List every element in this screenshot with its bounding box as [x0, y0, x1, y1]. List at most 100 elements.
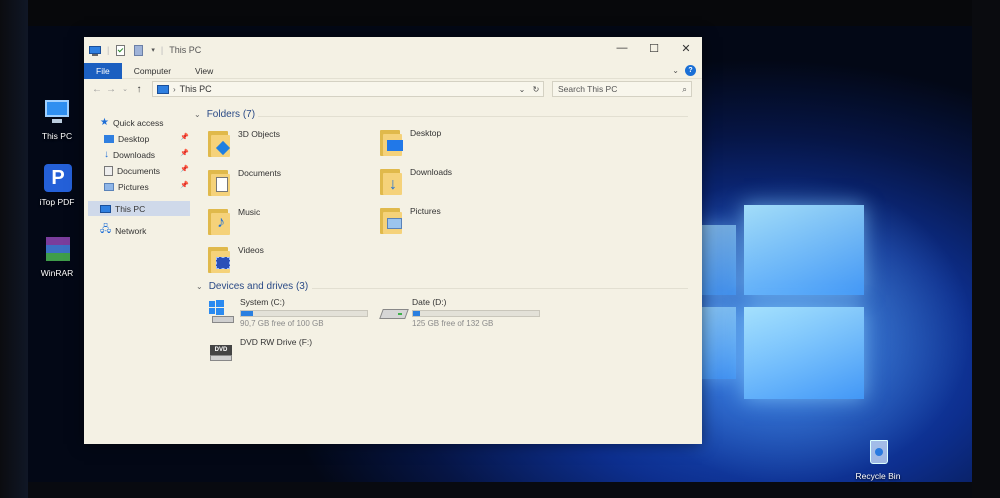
documents-folder-icon — [104, 165, 113, 176]
desktop-icon-label: WinRAR — [40, 268, 74, 278]
forward-arrow-icon[interactable]: → — [104, 84, 118, 95]
music-folder-icon: ♪ — [208, 207, 230, 235]
drive-system-c[interactable]: System (C:) 90,7 GB free of 100 GB — [208, 297, 368, 328]
hard-drive-icon — [379, 297, 409, 323]
folder-desktop[interactable]: Desktop — [380, 128, 441, 156]
monitor-bezel-top — [0, 0, 1000, 26]
nav-item-label: Documents — [117, 165, 160, 176]
pin-icon[interactable]: 📌 — [180, 181, 189, 189]
windows-logo-wallpaper — [700, 195, 870, 425]
folder-3d-objects[interactable]: 3D Objects — [208, 129, 280, 157]
videos-folder-icon — [208, 245, 230, 273]
tab-view[interactable]: View — [183, 63, 225, 79]
up-arrow-icon[interactable]: ↑ — [132, 84, 146, 95]
folder-music[interactable]: ♪ Music — [208, 207, 260, 235]
desktop-icon-itop-pdf[interactable]: P iTop PDF — [27, 164, 87, 207]
pin-icon[interactable]: 📌 — [180, 165, 189, 173]
drive-free-space: 125 GB free of 132 GB — [412, 319, 494, 328]
nav-item-desktop[interactable]: Desktop — [104, 131, 149, 146]
drive-label: System (C:) — [240, 297, 285, 307]
breadcrumb-separator-icon: › — [173, 84, 176, 94]
folder-documents[interactable]: Documents — [208, 168, 281, 196]
nav-item-this-pc[interactable]: This PC — [88, 201, 190, 216]
pin-icon[interactable]: 📌 — [180, 149, 189, 157]
address-dropdown-icon[interactable]: ⌄ — [519, 85, 526, 94]
tab-computer[interactable]: Computer — [122, 63, 183, 79]
windows-drive-icon — [208, 297, 234, 323]
folder-label: Downloads — [410, 167, 453, 177]
chevron-down-icon: ⌄ — [194, 110, 201, 119]
customize-toolbar-icon[interactable]: ▾ — [151, 46, 155, 54]
pin-icon[interactable]: 📌 — [180, 133, 189, 141]
folder-label: Videos — [238, 245, 264, 255]
nav-item-network[interactable]: 🖧 Network — [100, 223, 146, 238]
drive-label: DVD RW Drive (F:) — [240, 337, 313, 347]
monitor-bezel-right — [972, 0, 1000, 498]
drive-dvd-rw-f[interactable]: DVD DVD RW Drive (F:) — [208, 337, 312, 363]
group-divider — [258, 116, 688, 117]
network-icon: 🖧 — [100, 224, 112, 235]
itop-pdf-icon: P — [42, 164, 72, 194]
folder-videos[interactable]: Videos — [208, 245, 264, 273]
recent-locations-icon[interactable]: ⌄ — [118, 85, 132, 93]
this-pc-icon — [157, 84, 169, 94]
navigation-pane: ★ Quick access Desktop 📌 ↓ Downloads 📌 D… — [84, 101, 192, 444]
group-title: Folders (7) — [206, 109, 256, 120]
desktop-folder-icon — [380, 128, 403, 156]
expand-ribbon-icon[interactable]: ⌄ — [672, 66, 679, 75]
pictures-folder-icon — [104, 182, 114, 191]
minimize-button[interactable]: — — [606, 37, 638, 59]
nav-item-pictures[interactable]: Pictures — [104, 179, 149, 194]
tab-file[interactable]: File — [84, 62, 122, 79]
folder-label: Music — [238, 207, 261, 217]
drive-date-d[interactable]: Date (D:) 125 GB free of 132 GB — [379, 297, 540, 328]
maximize-button[interactable]: ☐ — [638, 37, 670, 59]
pictures-folder-icon — [380, 206, 402, 234]
refresh-icon[interactable]: ↻ — [533, 85, 540, 94]
help-icon[interactable]: ? — [685, 65, 696, 76]
nav-item-label: Desktop — [118, 133, 150, 144]
ribbon-tabs: File Computer View ⌄ ? — [84, 62, 702, 79]
properties-icon[interactable] — [115, 44, 127, 56]
close-button[interactable]: ✕ — [670, 37, 702, 59]
downloads-folder-icon: ↓ — [104, 149, 109, 160]
recycle-bin-icon — [863, 438, 893, 468]
file-explorer-window: | ▾ | This PC — ☐ ✕ File Computer View ⌄… — [84, 37, 702, 444]
folder-label: Desktop — [410, 128, 442, 138]
drive-usage-bar — [412, 310, 540, 317]
back-arrow-icon[interactable]: ← — [90, 84, 104, 95]
content-pane: ⌄ Folders (7) 3D Objects Desktop Documen… — [194, 101, 694, 441]
folders-group-header[interactable]: ⌄ Folders (7) — [194, 109, 255, 120]
address-bar[interactable]: › This PC ⌄ ↻ — [152, 81, 544, 97]
new-folder-icon[interactable] — [133, 44, 145, 56]
nav-item-label: Downloads — [113, 149, 156, 160]
winrar-icon — [42, 235, 72, 265]
caption-buttons: — ☐ ✕ — [606, 37, 702, 59]
nav-quick-access[interactable]: ★ Quick access — [100, 115, 164, 130]
nav-item-label: Pictures — [118, 181, 149, 192]
monitor-bezel-bottom — [0, 482, 1000, 498]
window-title: This PC — [169, 45, 202, 55]
folder-label: Pictures — [410, 206, 441, 216]
search-input[interactable]: Search This PC ⌕ — [552, 81, 692, 97]
chevron-down-icon: ⌄ — [196, 282, 203, 291]
nav-item-downloads[interactable]: ↓ Downloads — [104, 147, 155, 162]
drive-label: Date (D:) — [412, 297, 447, 307]
dvd-drive-icon: DVD — [208, 337, 234, 363]
monitor-bezel-left — [0, 0, 28, 498]
nav-item-documents[interactable]: Documents — [104, 163, 160, 178]
folder-pictures[interactable]: Pictures — [380, 206, 441, 234]
desktop-icon-label: iTop PDF — [39, 197, 75, 207]
folder-downloads[interactable]: ↓ Downloads — [380, 167, 452, 195]
devices-group-header[interactable]: ⌄ Devices and drives (3) — [196, 281, 308, 292]
desktop-icon-winrar[interactable]: WinRAR — [27, 235, 87, 278]
title-bar[interactable]: | ▾ | This PC — ☐ ✕ — [84, 37, 702, 63]
quick-access-toolbar: | ▾ | — [84, 44, 163, 56]
folder-label: Documents — [238, 168, 281, 178]
desktop-icon-recycle-bin[interactable]: Recycle Bin — [848, 438, 908, 481]
address-path[interactable]: This PC — [180, 84, 212, 94]
search-placeholder: Search This PC — [558, 84, 618, 94]
drive-usage-bar — [240, 310, 368, 317]
star-icon: ★ — [100, 117, 109, 128]
desktop-icon-this-pc[interactable]: This PC — [27, 98, 87, 141]
